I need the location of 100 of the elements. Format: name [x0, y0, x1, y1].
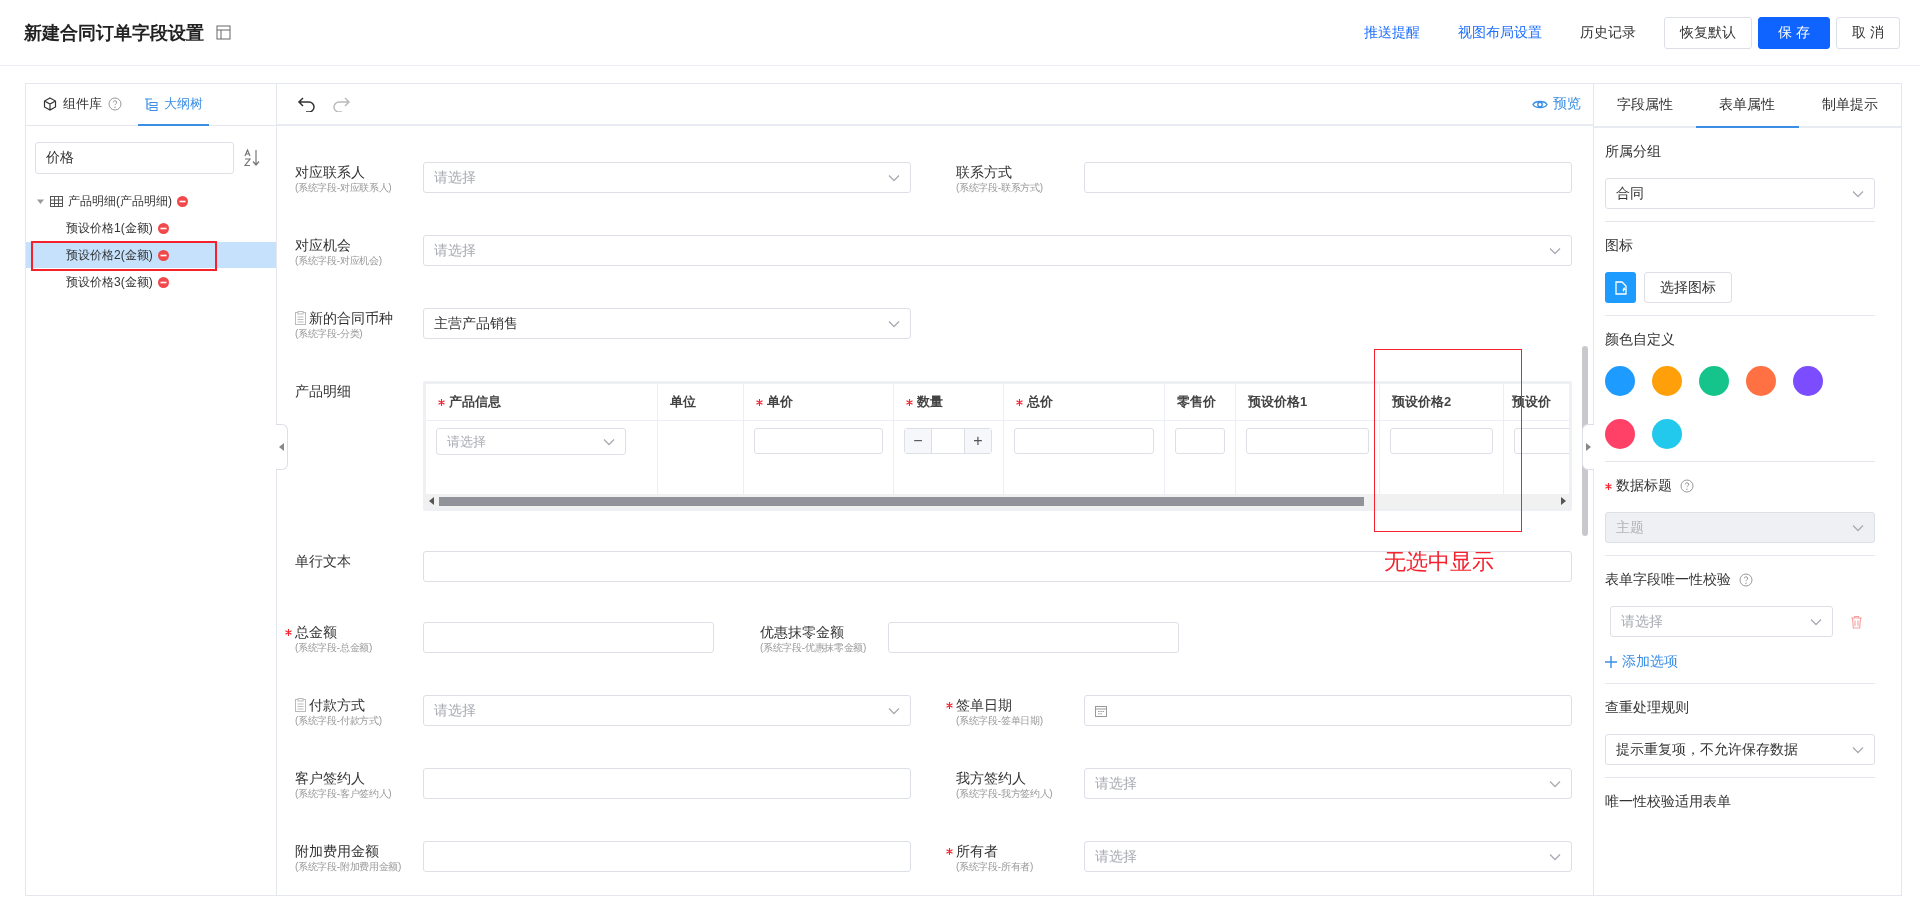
clipboard-icon	[295, 311, 306, 325]
chevron-down-icon	[888, 173, 900, 182]
chevron-down-icon	[888, 319, 900, 328]
tree-item[interactable]: 预设价格3(金额)	[26, 269, 276, 295]
column-header: 产品信息	[426, 384, 658, 421]
input-field[interactable]	[423, 841, 911, 872]
color-swatch[interactable]	[1746, 366, 1776, 396]
input-field[interactable]	[423, 551, 1572, 582]
select-field: 主题	[1605, 512, 1875, 543]
panel-tab[interactable]: 表单属性	[1696, 84, 1799, 128]
chevron-down-icon	[1852, 189, 1864, 198]
search-field[interactable]: 价格	[35, 142, 234, 174]
help-icon	[1739, 573, 1753, 587]
field-hint: (系统字段-签单日期)	[956, 714, 1044, 728]
input-field[interactable]	[1014, 428, 1154, 454]
remove-icon[interactable]	[157, 222, 169, 234]
page-title: 新建合同订单字段设置	[24, 21, 204, 45]
field-hint: (系统字段-我方签约人)	[956, 787, 1054, 801]
color-swatch[interactable]	[1605, 366, 1635, 396]
field-label: 对应机会	[295, 236, 351, 254]
field-label: 客户签约人	[295, 769, 365, 787]
input-field[interactable]	[1084, 162, 1572, 193]
tree-item[interactable]: 产品明细(产品明细)	[26, 188, 276, 214]
input-field[interactable]	[754, 428, 883, 454]
plus-button[interactable]: +	[965, 429, 991, 453]
input-field[interactable]	[423, 622, 714, 653]
annotation-text: 无选中显示	[1384, 548, 1494, 576]
choose-icon-button[interactable]: 选择图标	[1644, 272, 1732, 303]
column-header: 预设价格2	[1380, 384, 1504, 421]
header-link[interactable]: 历史记录	[1580, 23, 1637, 42]
header-button[interactable]: 取 消	[1836, 16, 1900, 49]
input-field[interactable]	[1390, 428, 1493, 454]
field-label: 联系方式	[956, 163, 1012, 181]
panel-tab[interactable]: 制单提示	[1798, 84, 1901, 128]
minus-button[interactable]: −	[905, 429, 931, 453]
plus-icon	[1605, 656, 1617, 668]
column-header: 单价	[744, 384, 894, 421]
input-field[interactable]	[888, 622, 1179, 653]
document-icon	[1614, 280, 1627, 295]
redo-icon[interactable]	[331, 96, 351, 112]
panel-tab[interactable]: 字段属性	[1594, 84, 1697, 128]
number-stepper[interactable]: − +	[904, 428, 992, 454]
select-field[interactable]: 提示重复项，不允许保存数据	[1605, 734, 1875, 765]
column-header: 零售价	[1165, 384, 1236, 421]
column-header: 数量	[894, 384, 1004, 421]
field-label: 对应联系人	[295, 163, 365, 181]
field-hint: (系统字段-总金额)	[295, 641, 373, 655]
required-icon	[438, 398, 445, 406]
eye-icon	[1532, 98, 1548, 110]
undo-icon[interactable]	[297, 96, 317, 112]
field-label: 优惠抹零金额	[760, 623, 844, 641]
chevron-down-icon	[1810, 617, 1822, 626]
field-hint: (系统字段-分类)	[295, 327, 364, 341]
color-swatch[interactable]	[1605, 419, 1635, 449]
help-icon	[108, 97, 122, 111]
field-label: 我方签约人	[956, 769, 1026, 787]
field-label: 附加费用金额	[295, 842, 379, 860]
header-link[interactable]: 视图布局设置	[1458, 23, 1543, 42]
header-link[interactable]: 推送提醒	[1364, 23, 1421, 42]
scroll-right-icon[interactable]	[1560, 497, 1566, 505]
color-swatch[interactable]	[1652, 419, 1682, 449]
chevron-down-icon	[603, 437, 615, 446]
color-swatch[interactable]	[1793, 366, 1823, 396]
tree-item[interactable]: 预设价格1(金额)	[26, 215, 276, 241]
scroll-left-icon[interactable]	[429, 497, 435, 505]
field-hint: (系统字段-联系方式)	[956, 181, 1044, 195]
select-field[interactable]: 主营产品销售	[423, 308, 911, 339]
input-field[interactable]	[423, 768, 911, 799]
column-header: 预设价格1	[1236, 384, 1380, 421]
required-icon	[906, 398, 913, 406]
section-label: 图标	[1605, 237, 1633, 255]
field-label: 付款方式	[295, 696, 365, 714]
layout-icon[interactable]	[216, 25, 231, 40]
preview-button[interactable]: 预览	[1532, 95, 1581, 113]
input-field[interactable]	[1175, 428, 1225, 454]
required-icon	[946, 847, 953, 855]
panel-tab[interactable]: 组件库	[37, 84, 128, 126]
panel-tab[interactable]: 大纲树	[138, 84, 209, 126]
remove-icon[interactable]	[157, 249, 169, 261]
sort-icon[interactable]	[244, 149, 260, 167]
color-swatch[interactable]	[1699, 366, 1729, 396]
save-button[interactable]: 保 存	[1758, 16, 1831, 49]
field-label: 新的合同币种	[295, 309, 393, 327]
color-swatch[interactable]	[1652, 366, 1682, 396]
tree-item[interactable]: 预设价格2(金额)	[26, 242, 276, 268]
trash-icon[interactable]	[1850, 614, 1863, 629]
input-field[interactable]	[1246, 428, 1369, 454]
add-option-link[interactable]: 添加选项	[1605, 653, 1678, 671]
date-field[interactable]	[1084, 695, 1572, 726]
collapse-handle[interactable]	[1582, 424, 1594, 470]
horizontal-scrollbar[interactable]	[426, 494, 1569, 508]
select-field[interactable]: 合同	[1605, 178, 1875, 209]
collapse-handle[interactable]	[276, 424, 288, 470]
form-icon-button[interactable]	[1605, 272, 1636, 303]
header-button[interactable]: 恢复默认	[1664, 16, 1753, 49]
table-icon	[50, 195, 63, 207]
chevron-down-icon	[888, 706, 900, 715]
remove-icon[interactable]	[157, 276, 169, 288]
remove-icon[interactable]	[177, 195, 188, 207]
column-header: 单位	[658, 384, 744, 421]
